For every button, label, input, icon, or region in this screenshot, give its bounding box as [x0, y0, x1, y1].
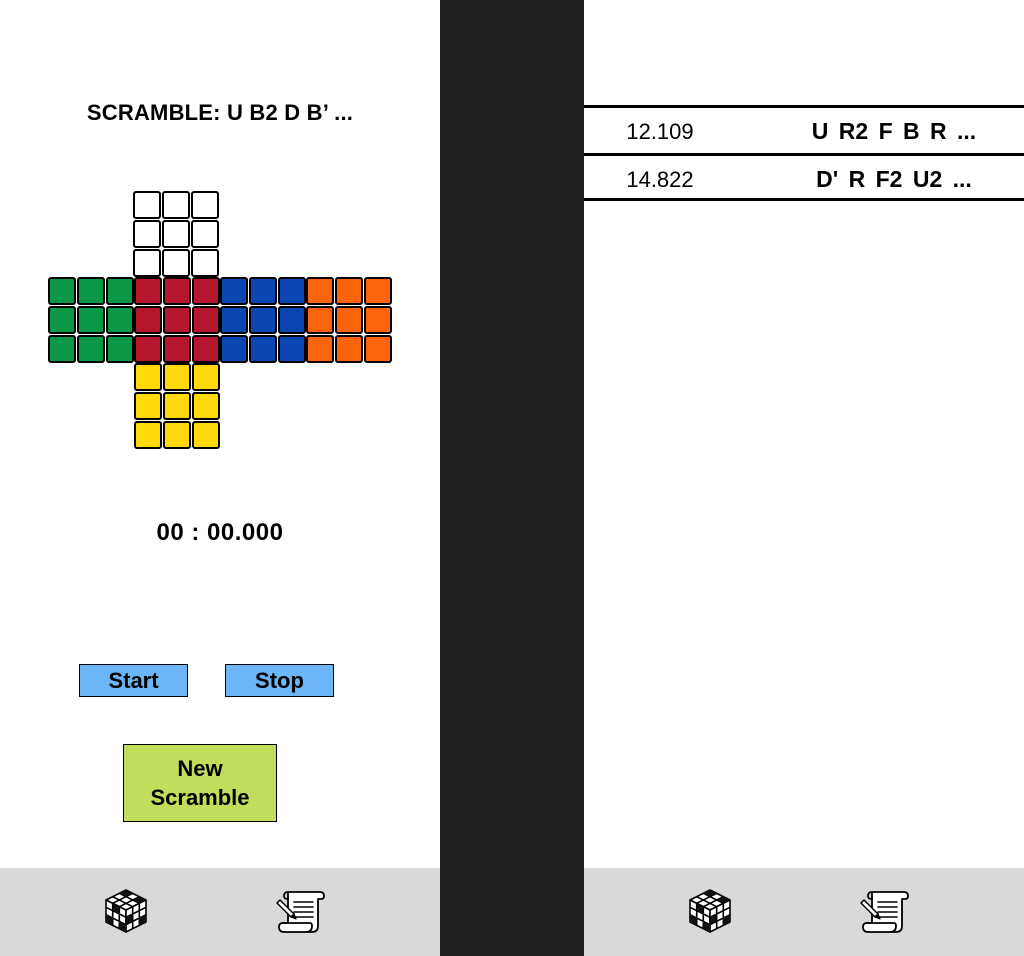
solve-time: 12.109	[626, 119, 694, 144]
cube-sticker	[163, 306, 191, 334]
cube-icon[interactable]	[685, 886, 735, 936]
cube-sticker	[106, 306, 134, 334]
cube-icon[interactable]	[101, 886, 151, 936]
cube-sticker	[278, 335, 306, 363]
cube-sticker	[162, 220, 190, 248]
cube-sticker	[191, 220, 219, 248]
cube-sticker	[163, 421, 191, 449]
cube-sticker	[335, 277, 363, 305]
start-button[interactable]: Start	[79, 664, 188, 697]
cube-sticker	[220, 306, 248, 334]
table-row[interactable]: 12.109 U R2 F B R ...	[584, 105, 1024, 153]
cube-sticker	[278, 277, 306, 305]
tab-bar	[0, 868, 440, 956]
solve-scramble: U R2 F B R ...	[811, 118, 977, 144]
cube-face-front	[134, 277, 220, 363]
solve-time: 14.822	[626, 167, 694, 192]
cube-sticker	[162, 249, 190, 277]
cube-sticker	[162, 191, 190, 219]
cube-sticker	[106, 335, 134, 363]
cube-sticker	[163, 363, 191, 391]
screen-divider	[440, 0, 584, 956]
cube-sticker	[220, 335, 248, 363]
cube-sticker	[133, 249, 161, 277]
cube-sticker	[77, 277, 105, 305]
cube-sticker	[48, 277, 76, 305]
cube-net	[0, 0, 440, 460]
timer-screen: SCRAMBLE: U B2 D B’ ... 00 : 00.000 Star…	[0, 0, 440, 956]
cube-sticker	[278, 306, 306, 334]
cube-sticker	[192, 392, 220, 420]
cube-sticker	[335, 335, 363, 363]
cube-sticker	[192, 335, 220, 363]
cube-sticker	[220, 277, 248, 305]
cube-sticker	[133, 191, 161, 219]
cube-sticker	[249, 306, 277, 334]
cube-sticker	[192, 363, 220, 391]
cube-sticker	[306, 335, 334, 363]
cube-sticker	[335, 306, 363, 334]
solve-scramble: D' R F2 U2 ...	[816, 166, 972, 192]
cube-face-right	[220, 277, 306, 363]
history-screen: 12.109 U R2 F B R ... 14.822 D' R F2 U2 …	[584, 0, 1024, 956]
cube-sticker	[163, 335, 191, 363]
cube-sticker	[133, 220, 161, 248]
cube-sticker	[163, 277, 191, 305]
cube-sticker	[192, 277, 220, 305]
scroll-log-icon[interactable]	[860, 886, 910, 936]
cube-face-back	[306, 277, 392, 363]
new-scramble-button[interactable]: New Scramble	[123, 744, 277, 822]
cube-sticker	[106, 277, 134, 305]
table-row[interactable]: 14.822 D' R F2 U2 ...	[584, 153, 1024, 201]
timer-display: 00 : 00.000	[156, 519, 284, 546]
cube-sticker	[192, 306, 220, 334]
cube-sticker	[48, 306, 76, 334]
cube-sticker	[134, 277, 162, 305]
cube-face-left	[48, 277, 134, 363]
cube-sticker	[364, 277, 392, 305]
cube-sticker	[134, 335, 162, 363]
cube-sticker	[191, 191, 219, 219]
new-scramble-label-line2: Scramble	[150, 785, 250, 810]
cube-sticker	[134, 421, 162, 449]
cube-sticker	[249, 277, 277, 305]
tab-bar	[584, 868, 1024, 956]
cube-sticker	[192, 421, 220, 449]
cube-sticker	[163, 392, 191, 420]
cube-sticker	[306, 306, 334, 334]
cube-sticker	[48, 335, 76, 363]
cube-sticker	[364, 335, 392, 363]
cube-face-up	[133, 191, 219, 277]
cube-sticker	[134, 392, 162, 420]
solve-history-table: 12.109 U R2 F B R ... 14.822 D' R F2 U2 …	[584, 105, 1024, 201]
new-scramble-label-line1: New	[177, 756, 223, 781]
cube-sticker	[364, 306, 392, 334]
cube-face-down	[134, 363, 220, 449]
cube-sticker	[306, 277, 334, 305]
stop-button[interactable]: Stop	[225, 664, 334, 697]
scroll-log-icon[interactable]	[276, 886, 326, 936]
cube-sticker	[134, 363, 162, 391]
cube-sticker	[191, 249, 219, 277]
cube-sticker	[134, 306, 162, 334]
cube-sticker	[77, 335, 105, 363]
cube-sticker	[77, 306, 105, 334]
cube-sticker	[249, 335, 277, 363]
